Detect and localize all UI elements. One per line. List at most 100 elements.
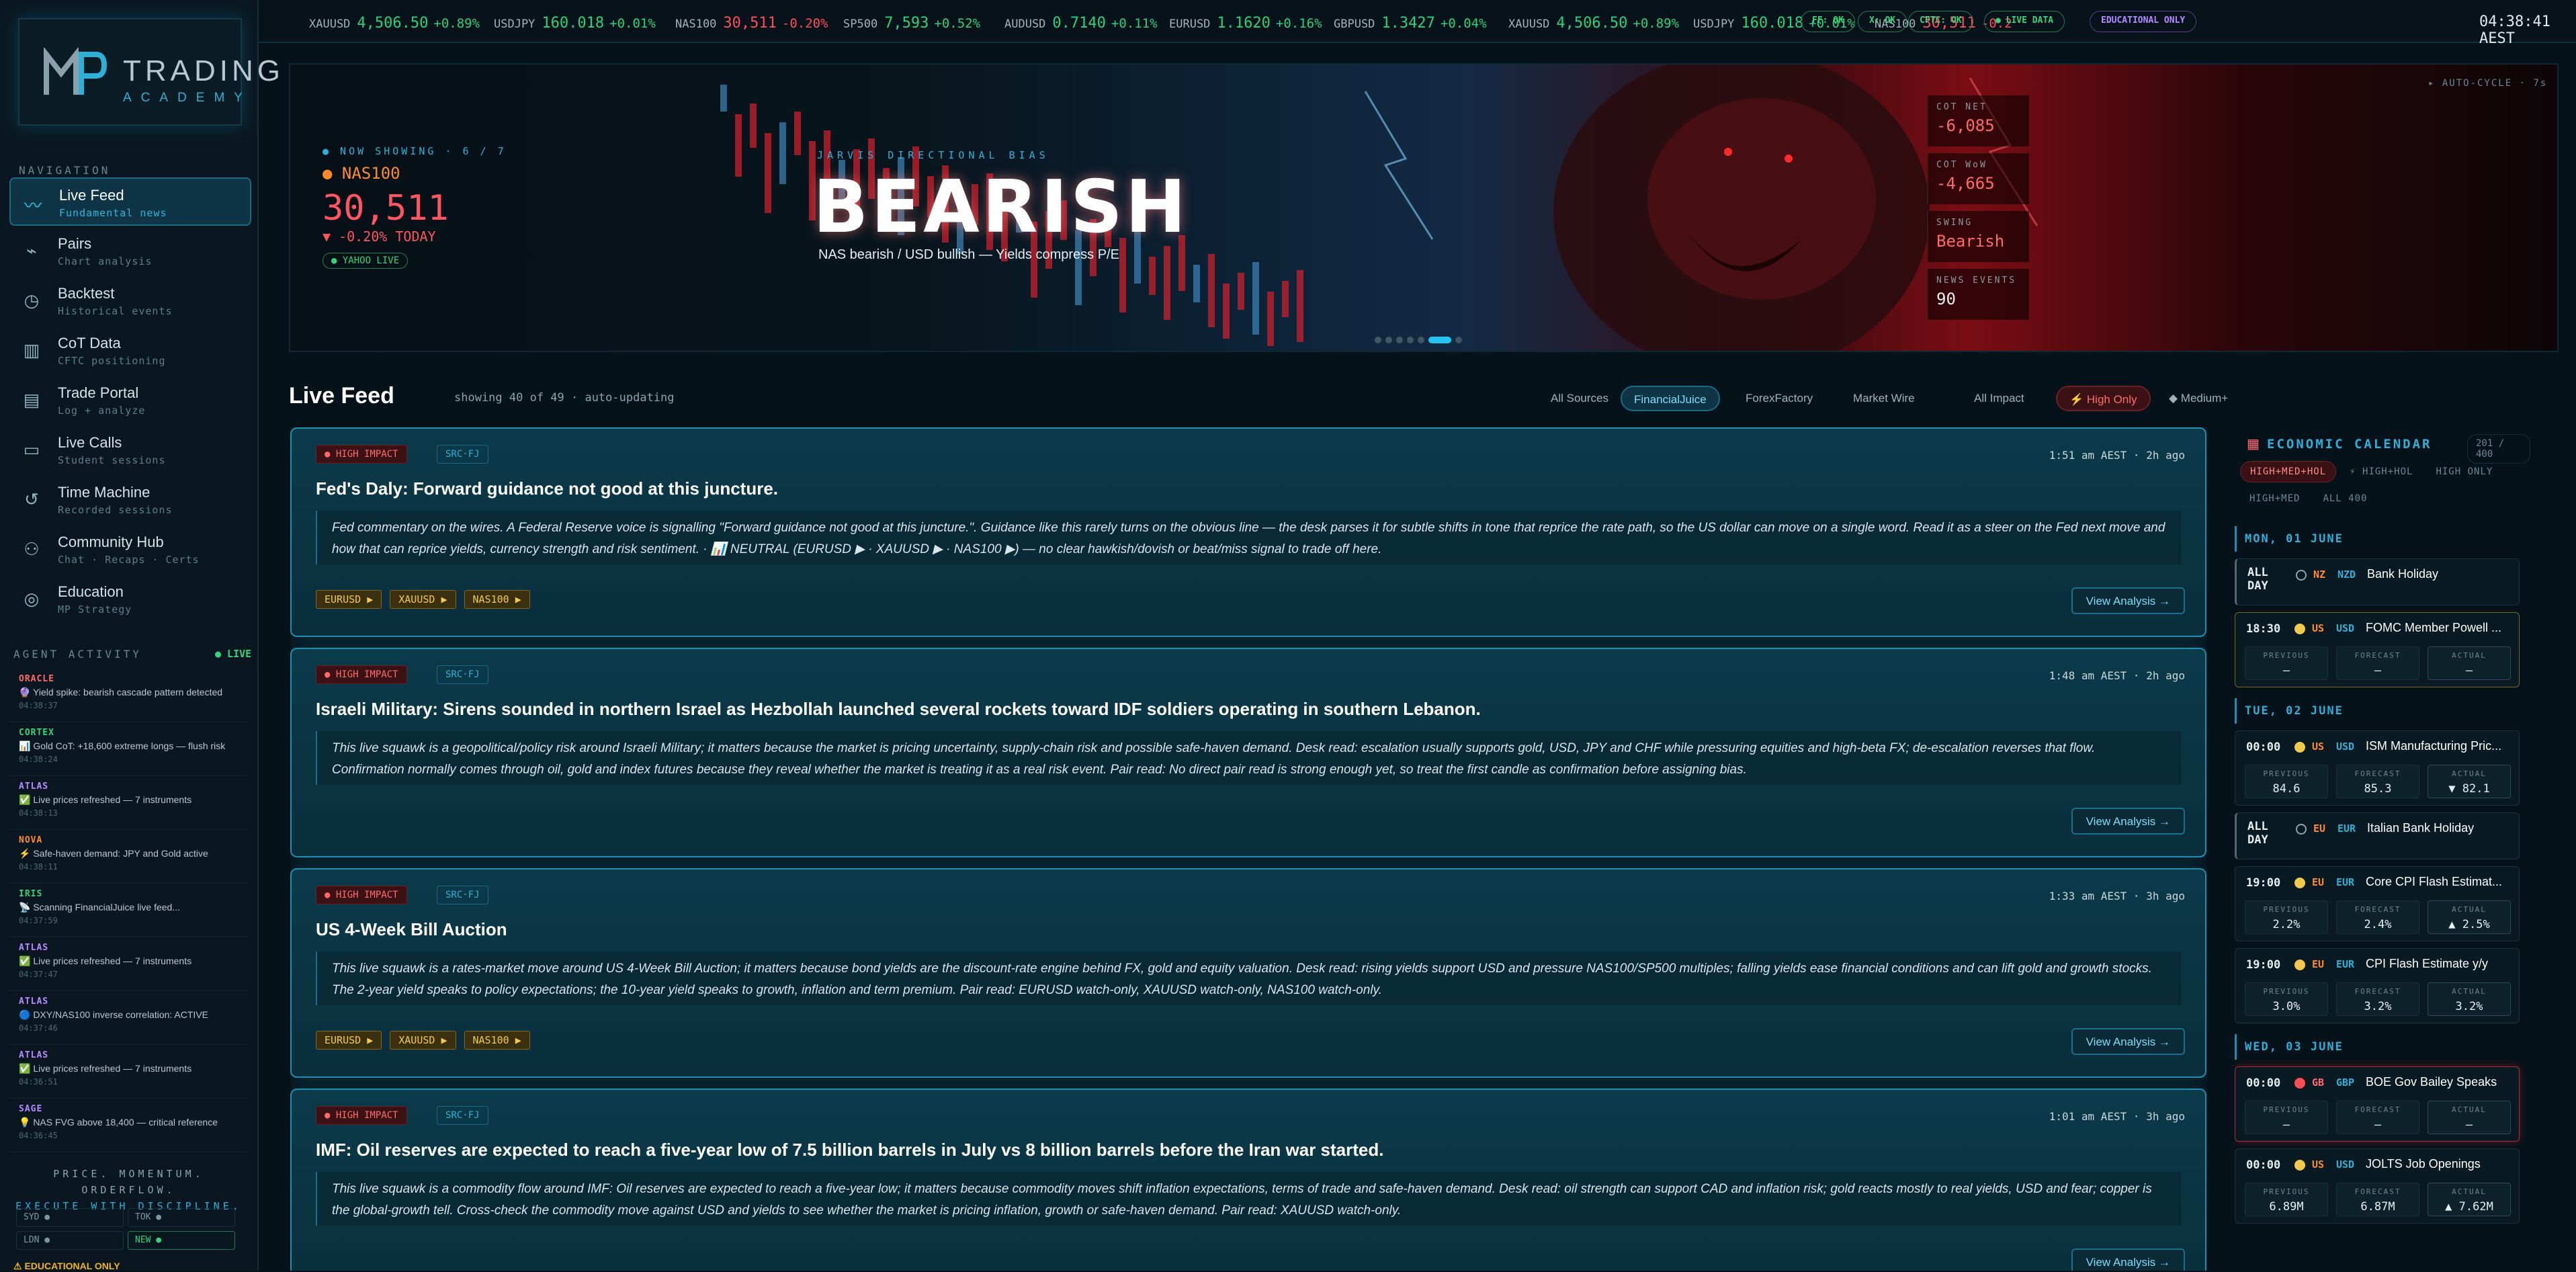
nav-item-cot-data[interactable]: ▥ CoT Data CFTC positioning <box>9 327 251 375</box>
pair-tag[interactable]: NAS100 ▶ <box>464 590 530 609</box>
calendar-event[interactable]: ALL DAY NZ NZD Bank Holiday <box>2235 558 2520 605</box>
ticker-symbol: AUDUSD <box>1004 17 1046 31</box>
view-analysis-button[interactable]: View Analysis → <box>2071 808 2185 835</box>
economic-calendar[interactable]: ▦ ECONOMIC CALENDAR 201 / 400 HIGH+MED+H… <box>2235 427 2530 1271</box>
news-card[interactable]: ● HIGH IMPACT SRC·FJ 1:33 am AEST · 3h ago… <box>290 868 2206 1078</box>
impact-dot <box>2296 570 2307 581</box>
ticker-item[interactable]: XAUUSD 4,506.50 +0.89% <box>309 15 480 32</box>
nav-item-trade-portal[interactable]: ▤ Trade Portal Log + analyze <box>9 376 251 425</box>
impact-dot <box>2294 742 2305 753</box>
carousel-dot[interactable] <box>1396 337 1403 343</box>
pair-tag[interactable]: XAUUSD ▶ <box>390 1031 456 1050</box>
agent-activity-item[interactable]: ORACLE 🔮 Yield spike: bearish cascade pat… <box>9 669 248 722</box>
carousel-dot[interactable] <box>1407 337 1414 343</box>
view-analysis-button[interactable]: View Analysis → <box>2071 587 2185 614</box>
decorative-candle <box>1223 284 1230 339</box>
feed-filter-4[interactable]: All Impact <box>1962 386 2036 411</box>
calendar-event[interactable]: 19:00 EU EUR Core CPI Flash Estimat... PREVI… <box>2235 866 2520 941</box>
calendar-event[interactable]: 00:00 US USD ISM Manufacturing Pric... PREVI… <box>2235 730 2520 806</box>
agent-activity-item[interactable]: CORTEX 📊 Gold CoT: +18,600 extreme longs … <box>9 722 248 776</box>
news-card[interactable]: ● HIGH IMPACT SRC·FJ 1:51 am AEST · 2h ago… <box>290 427 2206 637</box>
agent-name: ATLAS <box>19 1050 49 1060</box>
event-value-box: ACTUAL ▼ 82.1 <box>2428 765 2511 798</box>
calendar-event[interactable]: 18:30 US USD FOMC Member Powell ... PREVIOUS… <box>2235 612 2520 687</box>
cot-stat: SWING Bearish <box>1927 211 2029 262</box>
agent-time: 04:38:37 <box>19 701 58 710</box>
feed-filter-6[interactable]: ◆ Medium+ <box>2157 386 2240 411</box>
pair-tag[interactable]: NAS100 ▶ <box>464 1031 530 1050</box>
decorative-candle <box>1282 281 1289 317</box>
agent-activity-item[interactable]: ATLAS ✅ Live prices refreshed — 7 instrum… <box>9 1045 248 1099</box>
event-values: PREVIOUS — FORECAST — ACTUAL — <box>2245 1101 2511 1134</box>
carousel-dots[interactable] <box>1375 335 1466 347</box>
ticker-item[interactable]: SP500 7,593 +0.52% <box>843 15 980 32</box>
auto-cycle[interactable]: ▸ AUTO-CYCLE · 7s <box>2428 78 2547 89</box>
calendar-filter[interactable]: HIGH+MED <box>2240 489 2309 510</box>
agent-activity-item[interactable]: ATLAS ✅ Live prices refreshed — 7 instrum… <box>9 776 248 830</box>
news-time: 1:33 am AEST · 3h ago <box>2049 890 2185 902</box>
carousel-dot[interactable] <box>1385 337 1392 343</box>
news-card[interactable]: ● HIGH IMPACT SRC·FJ 1:01 am AEST · 3h ago… <box>290 1089 2206 1271</box>
carousel-dot[interactable] <box>1428 337 1451 343</box>
hero-source-badge: ● YAHOO LIVE <box>323 253 409 269</box>
carousel-dot[interactable] <box>1375 337 1381 343</box>
agent-name: SAGE <box>19 1104 43 1114</box>
feed-filter-3[interactable]: Market Wire <box>1841 386 1927 411</box>
feed-filter-1[interactable]: FinancialJuice <box>1621 386 1720 411</box>
calendar-event[interactable]: 00:00 GB GBP BOE Gov Bailey Speaks PREVIOUS —… <box>2235 1066 2520 1142</box>
feed-filter-0[interactable]: All Sources <box>1539 386 1621 411</box>
impact-dot <box>2294 1078 2305 1089</box>
agent-activity-item[interactable]: NOVA ⚡ Safe-haven demand: JPY and Gold ac… <box>9 830 248 884</box>
nav-list: 〰 Live Feed Fundamental news ⌁ Pairs Chart an… <box>9 177 251 625</box>
news-card[interactable]: ● HIGH IMPACT SRC·FJ 1:48 am AEST · 2h ago… <box>290 648 2206 857</box>
nav-item-pairs[interactable]: ⌁ Pairs Chart analysis <box>9 227 251 275</box>
event-value-label: ACTUAL <box>2452 1187 2487 1196</box>
calendar-day-heading: WED, 03 JUNE <box>2235 1034 2530 1060</box>
ticker-item[interactable]: GBPUSD 1.3427 +0.04% <box>1334 15 1487 32</box>
calendar-filter[interactable]: HIGH ONLY <box>2426 462 2502 483</box>
news-feed[interactable]: ● HIGH IMPACT SRC·FJ 1:51 am AEST · 2h ago… <box>290 427 2206 1271</box>
users-icon: ⚇ <box>24 539 40 559</box>
calendar-event[interactable]: ALL DAY EU EUR Italian Bank Holiday <box>2235 812 2520 859</box>
agent-activity-item[interactable]: IRIS 📡 Scanning FinancialJuice live feed.… <box>9 884 248 937</box>
nav-item-time-machine[interactable]: ↺ Time Machine Recorded sessions <box>9 476 251 524</box>
pair-tag[interactable]: EURUSD ▶ <box>316 1031 382 1050</box>
calendar-event[interactable]: 00:00 US USD JOLTS Job Openings PREVIOUS 6.89… <box>2235 1148 2520 1224</box>
pair-tag[interactable]: XAUUSD ▶ <box>390 590 456 609</box>
news-time: 1:01 am AEST · 3h ago <box>2049 1110 2185 1123</box>
event-name: JOLTS Job Openings <box>2366 1157 2481 1171</box>
view-analysis-button[interactable]: View Analysis → <box>2071 1248 2185 1271</box>
market-session: LDN ● <box>16 1231 124 1250</box>
view-analysis-button[interactable]: View Analysis → <box>2071 1028 2185 1055</box>
calendar-event[interactable]: 19:00 EU EUR CPI Flash Estimate y/y PREVIOUS… <box>2235 948 2520 1023</box>
carousel-dot[interactable] <box>1418 337 1424 343</box>
ticker-item[interactable]: AUDUSD 0.7140 +0.11% <box>1004 15 1158 32</box>
ticker-item[interactable]: EURUSD 1.1620 +0.16% <box>1169 15 1322 32</box>
nav-item-community-hub[interactable]: ⚇ Community Hub Chat · Recaps · Certs <box>9 525 251 574</box>
calendar-filter[interactable]: ALL 400 <box>2313 489 2376 510</box>
nav-item-sub: Fundamental news <box>59 207 167 219</box>
ticker-item[interactable]: USDJPY 160.018 +0.01% <box>494 15 656 32</box>
news-time: 1:48 am AEST · 2h ago <box>2049 669 2185 682</box>
feed-filter-2[interactable]: ForexFactory <box>1733 386 1825 411</box>
agent-activity-item[interactable]: SAGE 💡 NAS FVG above 18,400 — critical re… <box>9 1099 248 1152</box>
carousel-dot[interactable] <box>1455 337 1462 343</box>
calendar-filter[interactable]: HIGH+MED+HOL <box>2240 461 2337 482</box>
calendar-filter[interactable]: ⚡ HIGH+HOL <box>2340 462 2422 483</box>
nav-item-live-feed[interactable]: 〰 Live Feed Fundamental news <box>9 177 251 226</box>
ticker-item[interactable]: NAS100 30,511 -0.20% <box>675 15 828 32</box>
logo[interactable]: TRADING ACADEMY <box>18 18 280 126</box>
ticker-item[interactable]: XAUUSD 4,506.50 +0.89% <box>1508 15 1679 32</box>
event-value-label: PREVIOUS <box>2263 987 2310 996</box>
pair-tag[interactable]: EURUSD ▶ <box>316 590 382 609</box>
feed-filter-5[interactable]: ⚡ High Only <box>2056 386 2151 411</box>
nav-item-live-calls[interactable]: ▭ Live Calls Student sessions <box>9 426 251 474</box>
nav-item-backtest[interactable]: ◷ Backtest Historical events <box>9 277 251 325</box>
event-value-label: FORECAST <box>2354 651 2401 660</box>
agent-activity-item[interactable]: ATLAS ✅ Live prices refreshed — 7 instrum… <box>9 937 248 991</box>
agent-activity-list[interactable]: ORACLE 🔮 Yield spike: bearish cascade pat… <box>9 669 248 1152</box>
event-value-label: FORECAST <box>2354 905 2401 914</box>
nav-item-education[interactable]: ◎ Education MP Strategy <box>9 575 251 624</box>
nav-item-label: Live Feed <box>59 187 124 204</box>
agent-activity-item[interactable]: ATLAS 🔵 DXY/NAS100 inverse correlation: A… <box>9 991 248 1045</box>
